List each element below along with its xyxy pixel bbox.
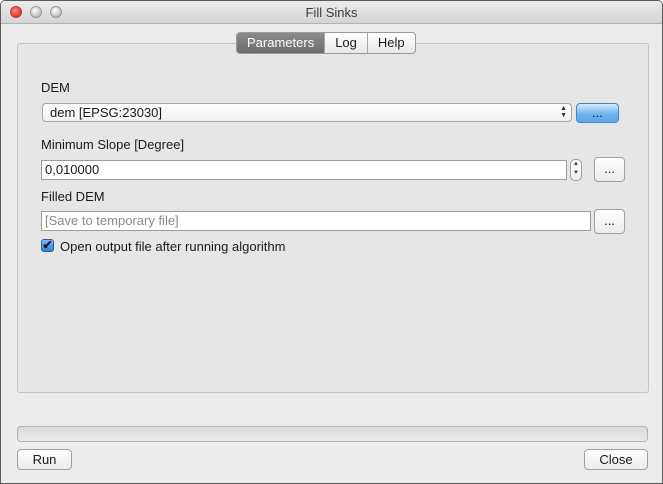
- tab-log[interactable]: Log: [325, 33, 368, 53]
- close-button[interactable]: Close: [584, 449, 648, 470]
- run-button[interactable]: Run: [17, 449, 72, 470]
- dem-label: DEM: [41, 80, 70, 95]
- tab-help[interactable]: Help: [368, 33, 415, 53]
- tab-bar: Parameters Log Help: [236, 32, 416, 54]
- min-slope-stepper[interactable]: ▲ ▼: [570, 159, 582, 181]
- filled-dem-output-field[interactable]: [Save to temporary file]: [41, 211, 591, 231]
- open-output-checkbox[interactable]: ✔: [41, 239, 54, 252]
- min-slope-label: Minimum Slope [Degree]: [41, 137, 185, 152]
- min-slope-input[interactable]: 0,010000: [41, 160, 567, 180]
- title-bar: Fill Sinks: [1, 1, 662, 24]
- tab-parameters[interactable]: Parameters: [237, 33, 326, 53]
- dem-select-value: dem [EPSG:23030]: [50, 105, 163, 120]
- window-title: Fill Sinks: [305, 5, 358, 20]
- dem-browse-button[interactable]: ...: [576, 103, 619, 123]
- filled-dem-browse-button[interactable]: ...: [594, 209, 625, 234]
- spinner-up-icon[interactable]: ▲: [573, 161, 579, 167]
- open-output-label: Open output file after running algorithm: [60, 239, 286, 254]
- fill-sinks-dialog: Fill Sinks Parameters Log Help DEM dem […: [0, 0, 663, 484]
- min-slope-browse-button[interactable]: ...: [594, 157, 625, 182]
- filled-dem-label: Filled DEM: [41, 189, 105, 204]
- spinner-down-icon[interactable]: ▼: [573, 170, 579, 176]
- dem-select[interactable]: dem [EPSG:23030] ▲ ▼: [42, 103, 572, 122]
- progress-bar: [17, 426, 648, 442]
- updown-arrows-icon: ▲ ▼: [560, 105, 567, 119]
